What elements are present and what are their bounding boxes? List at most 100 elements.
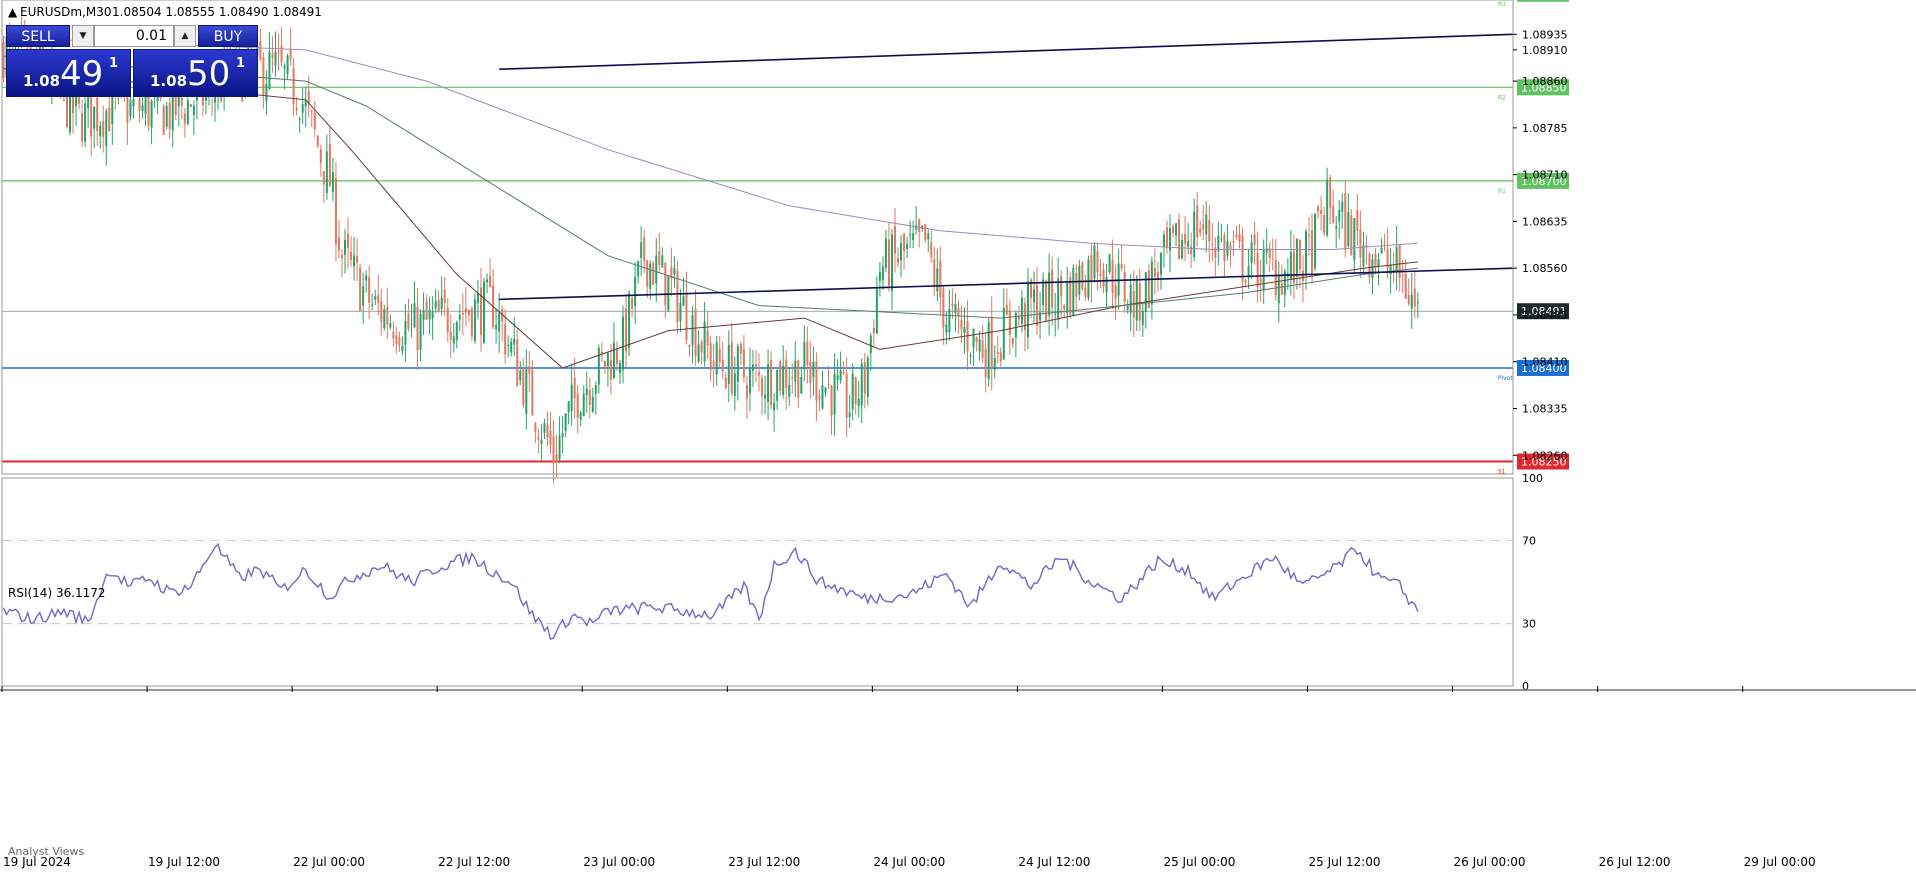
sell-price-button[interactable]: 1.08 49 1 [6,49,131,97]
rsi-tick-label: 0 [1522,680,1529,693]
candle-body [764,394,767,399]
candle-body [878,271,881,281]
price-chart[interactable]: 1.09000R31.08850R21.08700R11.084911.0840… [0,0,1916,874]
lot-decrease-icon[interactable]: ▼ [72,25,94,47]
candle-body [1277,274,1280,304]
buy-price-button[interactable]: 1.08 50 1 [133,49,258,97]
candle-body [380,301,383,322]
candle-body [1256,252,1259,288]
candle-body [549,430,552,445]
candle-body [1314,213,1317,269]
time-tick-label: 19 Jul 12:00 [148,855,220,869]
candle-body [268,51,271,89]
lot-increase-icon[interactable]: ▲ [174,25,196,47]
candle-body [1159,253,1162,275]
candle-body [957,308,960,316]
candle-body [476,293,479,303]
candle-body [1129,284,1132,313]
candle-body [295,107,298,111]
candle-body [1353,218,1356,261]
candle-body [845,373,848,418]
time-tick-label: 26 Jul 12:00 [1599,855,1671,869]
candle-body [528,366,531,374]
candle-body [1211,243,1214,245]
candle-body [709,343,712,371]
candle-body [1362,245,1365,267]
candle-body [570,384,573,411]
candle-body [1048,272,1051,316]
candle-body [881,266,884,281]
candle-body [531,370,534,416]
candle-body [915,225,918,230]
candle-body [1371,259,1374,278]
price-tick-label: 1.08635 [1522,215,1568,228]
candle-body [836,375,839,380]
candle-body [561,432,564,437]
sell-button[interactable]: SELL [6,25,70,47]
candle-body [652,263,655,285]
candle-body [1108,254,1111,272]
candle-body [362,286,365,306]
candle-body [401,346,404,351]
candle-body [588,389,591,405]
candle-body [945,324,948,333]
candle-body [1241,235,1244,282]
candle-body [939,260,942,297]
candle-body [96,97,99,132]
lot-size-input[interactable] [94,25,174,47]
candle-body [1187,241,1190,247]
candle-body [954,304,957,314]
candle-body [1066,282,1069,314]
time-tick-label: 23 Jul 12:00 [728,855,800,869]
candle-body [422,310,425,321]
candle-body [1223,235,1226,262]
candle-body [930,242,933,258]
candle-body [1220,238,1223,240]
candle-body [597,347,600,385]
candle-body [703,321,706,362]
candle-body [350,251,353,260]
candle-body [1144,272,1147,313]
candle-body [839,370,842,381]
candle-body [183,113,186,124]
candle-body [582,393,585,417]
candle-body [1039,312,1042,321]
candle-body [927,233,930,240]
candle-body [788,385,791,397]
candle-body [1341,201,1344,212]
candle-body [419,314,422,350]
candle-body [108,107,111,131]
rsi-panel[interactable]: 100 70 30 0 [2,472,1543,693]
analyst-views-tab[interactable]: Analyst Views [8,845,84,858]
candle-body [700,341,703,353]
candle-body [546,424,549,438]
candle-body [1193,211,1196,258]
candle-body [848,412,851,418]
candle-body [963,327,966,334]
candle-body [425,301,428,320]
buy-button[interactable]: BUY [198,25,258,47]
candle-body [773,403,776,411]
candle-body [993,357,996,370]
candle-body [498,313,501,332]
candle-body [353,255,356,267]
symbol-arrow-icon[interactable]: ▲ [8,5,18,19]
candle-body [516,339,519,387]
candle-body [365,275,368,281]
candle-body [1326,179,1329,236]
price-tick-label: 1.08410 [1522,356,1568,369]
candle-body [1099,274,1102,276]
candle-body [1226,241,1229,256]
candle-body [334,178,337,245]
candle-body [854,377,857,404]
candle-body [972,328,975,348]
candle-body [1153,267,1156,277]
candle-body [739,344,742,354]
candle-body [437,299,440,313]
candle-body [168,102,171,129]
candle-body [1208,220,1211,242]
trendline[interactable] [499,33,1514,71]
candle-body [1033,289,1036,303]
candle-body [192,105,195,115]
candle-body [1051,269,1054,308]
